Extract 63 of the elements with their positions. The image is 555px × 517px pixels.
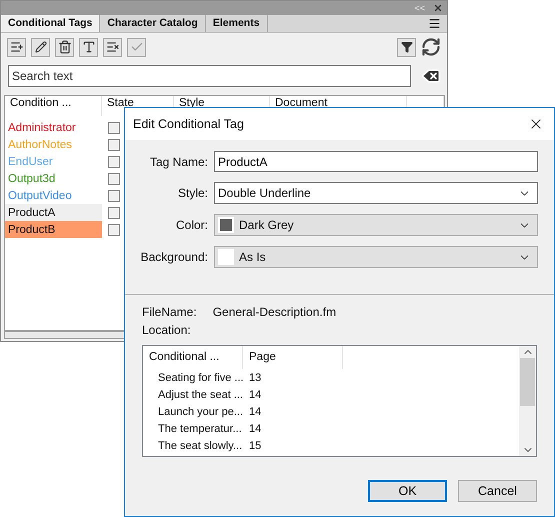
location-cell[interactable]: The seat slowly... — [158, 440, 246, 452]
tag-name: ProductB — [8, 224, 56, 236]
filter-icon — [400, 41, 412, 53]
state-checkbox[interactable] — [108, 172, 120, 184]
filter-button[interactable] — [397, 38, 416, 56]
toolbar-button[interactable] — [7, 38, 26, 56]
state-checkbox[interactable] — [108, 206, 120, 218]
column-header[interactable]: Condition ... — [5, 96, 102, 116]
page-cell-text: 14 — [249, 388, 262, 400]
refresh-icon[interactable] — [421, 37, 441, 57]
state-checkbox[interactable] — [108, 122, 120, 134]
page-cell-text: 15 — [249, 440, 262, 452]
tag-row[interactable]: Administrator — [5, 119, 102, 136]
page-cell-text: 13 — [249, 372, 262, 384]
text-icon — [82, 40, 96, 54]
file-name-value: General-Description.fm — [212, 305, 336, 319]
tag-name: ProductA — [8, 206, 56, 218]
color-dropdown[interactable]: Dark Grey — [214, 214, 538, 236]
trash-icon — [58, 40, 72, 54]
panel-tab[interactable]: Conditional Tags — [1, 15, 100, 32]
pencil-icon — [34, 41, 46, 53]
field-label: Color: — [174, 218, 209, 232]
tag-name: Output3d — [8, 172, 56, 184]
field-label: Style: — [176, 186, 209, 200]
vertical-scrollbar[interactable] — [519, 346, 536, 456]
menu-icon[interactable] — [428, 17, 441, 30]
tag-name: OutputVideo — [8, 190, 72, 202]
tag-name: EndUser — [8, 156, 53, 168]
location-cell[interactable]: Launch your pe... — [158, 406, 246, 418]
tag-name: Administrator — [8, 122, 76, 134]
location-cell[interactable]: Seating for five ... — [158, 372, 246, 384]
state-checkbox[interactable] — [108, 138, 120, 150]
state-checkbox[interactable] — [108, 156, 120, 168]
page-cell-text: 14 — [249, 406, 262, 418]
toolbar-button[interactable] — [55, 38, 74, 56]
color-dropdown[interactable]: As Is — [214, 246, 538, 268]
dialog-button[interactable]: Cancel — [458, 480, 537, 502]
tag-name: AuthorNotes — [8, 138, 72, 150]
toolbar-button[interactable] — [31, 38, 50, 56]
toolbar-button[interactable] — [79, 38, 98, 56]
toolbar-button[interactable] — [103, 38, 122, 56]
add-list-icon — [10, 40, 24, 54]
page-cell-text: 14 — [249, 422, 262, 434]
scroll-thumb[interactable] — [520, 358, 535, 406]
tag-row[interactable]: Output3d — [5, 170, 102, 187]
field-label: Tag Name: — [148, 154, 209, 168]
state-checkbox[interactable] — [108, 190, 120, 202]
style-dropdown[interactable]: Double Underline — [214, 182, 538, 204]
tag-name-field[interactable]: ProductA — [214, 151, 538, 172]
list-x-icon — [106, 40, 120, 54]
search-field[interactable]: Search text — [8, 65, 411, 87]
field-label: Background: — [140, 250, 209, 264]
state-checkbox[interactable] — [108, 224, 120, 236]
dialog-button[interactable]: OK — [368, 480, 447, 502]
dialog-title: Edit Conditional Tag — [133, 117, 244, 131]
file-name-label: FileName: — [142, 305, 197, 319]
location-cell[interactable]: The temperatur... — [158, 422, 246, 434]
column-header[interactable]: Conditional ... — [143, 346, 243, 369]
tag-row[interactable]: ProductA — [5, 204, 102, 221]
tag-row[interactable]: ProductB — [5, 221, 102, 238]
column-header[interactable]: Page — [243, 346, 343, 369]
location-cell[interactable]: Adjust the seat ... — [158, 388, 246, 400]
location-label: Location: — [142, 323, 191, 337]
